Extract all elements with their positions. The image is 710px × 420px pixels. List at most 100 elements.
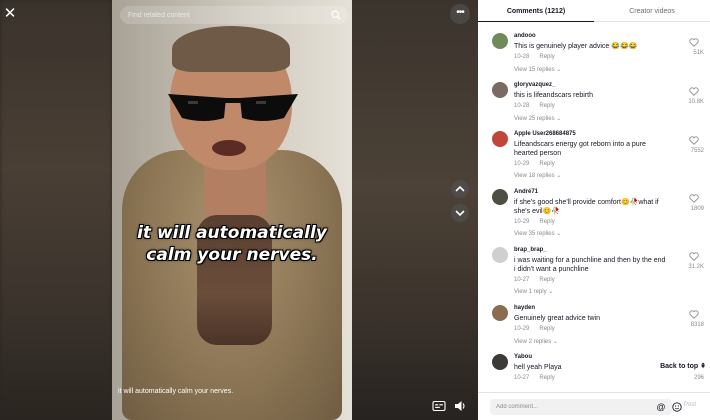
search-icon[interactable]	[331, 10, 341, 20]
comment-meta: 10-28 Reply	[514, 103, 555, 109]
sunglasses	[168, 94, 298, 121]
comments-panel: Comments (1212) Creator videos andooo Th…	[478, 0, 710, 420]
comment-username[interactable]: andooo	[514, 33, 536, 39]
comment-meta: 10-29 Reply	[514, 219, 555, 225]
comment-input[interactable]	[496, 402, 636, 412]
avatar[interactable]	[492, 33, 508, 49]
video-player[interactable]	[112, 0, 352, 420]
comment-date: 10-29	[514, 219, 530, 225]
view-replies-button[interactable]: View 18 replies ⌄	[514, 172, 561, 179]
avatar[interactable]	[492, 247, 508, 263]
like-count: 10.8K	[688, 99, 704, 105]
comment-meta: 10-28 Reply	[514, 54, 555, 60]
comment-date: 10-27	[514, 375, 530, 381]
comment-username[interactable]: hayden	[514, 305, 535, 311]
comment-text: Lifeandscars energy got reborn into a pu…	[514, 141, 646, 157]
reply-button[interactable]: Reply	[539, 277, 554, 283]
view-replies-button[interactable]: View 25 replies ⌄	[514, 115, 561, 122]
view-replies-button[interactable]: View 1 reply ⌄	[514, 288, 553, 295]
like-count: 8318	[690, 322, 704, 328]
comment-composer: @ Post	[478, 392, 710, 420]
post-button[interactable]: Post	[684, 402, 696, 408]
video-subtitle: it will automatically calm your nerves.	[118, 388, 234, 395]
reply-button[interactable]: Reply	[539, 103, 554, 109]
tab-creator-videos[interactable]: Creator videos	[594, 0, 710, 22]
comment-text: hell yeah Playa	[514, 364, 562, 371]
comment-username[interactable]: Yabou	[514, 354, 532, 360]
like-count: 7552	[690, 148, 704, 154]
next-video-button[interactable]	[451, 204, 469, 222]
person-hair	[172, 26, 290, 72]
view-replies-button[interactable]: View 15 replies ⌄	[514, 66, 561, 73]
comment-text: Genuinely great advice twin	[514, 315, 600, 322]
comment-date: 10-29	[514, 326, 530, 332]
like-count: 31.2K	[688, 264, 704, 270]
comment-text: i was waiting for a punchline and then b…	[514, 257, 666, 273]
avatar[interactable]	[492, 189, 508, 205]
comment-text: if she's good she'll provide comfort😊🥀wh…	[514, 199, 659, 215]
comment-username[interactable]: Apple User268684875	[514, 131, 576, 137]
video-stage: it will automatically calm your nerves. …	[0, 0, 478, 420]
comment-text: This is genuinely player advice 😂😂😂	[514, 43, 638, 50]
view-replies-button[interactable]: View 2 replies ⌄	[514, 338, 558, 345]
panel-tabs: Comments (1212) Creator videos	[478, 0, 710, 22]
tab-comments[interactable]: Comments (1212)	[478, 0, 594, 22]
previous-video-button[interactable]	[451, 180, 469, 198]
comment-meta: 10-27 Reply	[514, 277, 555, 283]
reply-button[interactable]: Reply	[539, 54, 554, 60]
chevron-down-icon	[455, 210, 465, 217]
avatar[interactable]	[492, 354, 508, 370]
heart-icon[interactable]	[689, 194, 699, 203]
back-to-top-label: Back to top	[660, 363, 699, 370]
heart-icon[interactable]	[689, 310, 699, 319]
at-icon[interactable]: @	[656, 402, 666, 412]
comment-username[interactable]: brap_brap_	[514, 247, 547, 253]
close-button[interactable]: ✕	[2, 6, 18, 22]
view-replies-label: View 25 replies	[514, 116, 555, 122]
search-input[interactable]	[128, 9, 318, 21]
comment-meta: 10-29 Reply	[514, 161, 555, 167]
captions-icon[interactable]	[432, 399, 446, 413]
back-to-top-button[interactable]: Back to top ⇞	[650, 362, 706, 374]
comment-meta: 10-27 Reply	[514, 375, 555, 381]
heart-icon[interactable]	[689, 136, 699, 145]
view-replies-label: View 18 replies	[514, 173, 555, 179]
like-count: 51K	[693, 50, 704, 56]
comment-date: 10-27	[514, 277, 530, 283]
comment-username[interactable]: gloryvazquez_	[514, 82, 555, 88]
avatar[interactable]	[492, 305, 508, 321]
comment-meta: 10-29 Reply	[514, 326, 555, 332]
volume-icon[interactable]	[453, 399, 467, 413]
search-bar[interactable]	[120, 6, 348, 24]
reply-button[interactable]: Reply	[539, 326, 554, 332]
heart-icon[interactable]	[689, 252, 699, 261]
video-caption-overlay: it will automatically calm your nerves.	[137, 223, 327, 265]
avatar[interactable]	[492, 82, 508, 98]
reply-button[interactable]: Reply	[539, 375, 554, 381]
heart-icon[interactable]	[689, 87, 699, 96]
comment-input-box[interactable]: @	[490, 399, 682, 415]
more-icon: •••	[456, 7, 464, 18]
chevron-up-icon	[455, 185, 465, 192]
like-count: 296	[693, 375, 704, 381]
comment-text: this is lifeandscars rebirth	[514, 92, 593, 99]
more-options-button[interactable]: •••	[450, 4, 470, 24]
comment-date: 10-28	[514, 54, 530, 60]
heart-icon[interactable]	[689, 38, 699, 47]
view-replies-label: View 1 reply	[514, 289, 547, 295]
reply-button[interactable]: Reply	[539, 161, 554, 167]
close-icon: ✕	[3, 5, 17, 22]
view-replies-label: View 2 replies	[514, 339, 552, 345]
view-replies-label: View 15 replies	[514, 67, 555, 73]
view-replies-label: View 35 replies	[514, 231, 555, 237]
emoji-icon[interactable]	[672, 402, 682, 412]
comment-date: 10-28	[514, 103, 530, 109]
reply-button[interactable]: Reply	[539, 219, 554, 225]
view-replies-button[interactable]: View 35 replies ⌄	[514, 230, 561, 237]
like-count: 1809	[690, 206, 704, 212]
video-blur-left	[0, 0, 112, 420]
comment-username[interactable]: André71	[514, 189, 538, 195]
avatar[interactable]	[492, 131, 508, 147]
comment-date: 10-29	[514, 161, 530, 167]
person-mouth	[212, 140, 246, 156]
